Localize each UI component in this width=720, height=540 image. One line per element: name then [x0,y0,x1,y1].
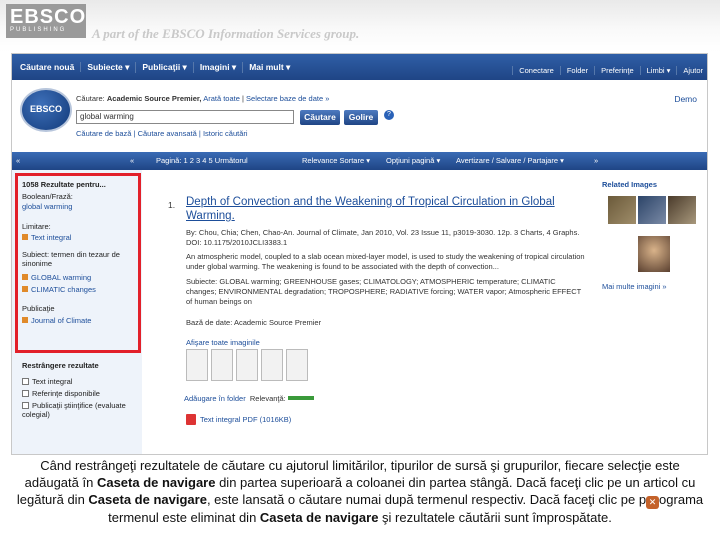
share-menu[interactable]: Avertizare / Salvare / Partajare ▾ [456,156,564,165]
result-title-link[interactable]: Depth of Convection and the Weakening of… [186,195,586,223]
nav-sign-in[interactable]: Conectare [512,66,560,75]
ebsco-host-logo: EBSCO [20,88,72,132]
more-images-link[interactable]: Mai multe imagini » [602,282,667,291]
choose-databases-link[interactable]: Selectare baze de date » [246,94,329,103]
search-history-link[interactable]: Istoric căutări [203,129,248,138]
refine-references[interactable]: Referinţe disponibile [22,389,100,398]
top-navigation: Căutare nouă Subiecte ▾ Publicaţii ▾ Ima… [12,54,707,80]
pdf-icon[interactable] [186,414,196,425]
database-line: Căutare: Academic Source Premier, Arată … [76,94,330,103]
related-image[interactable] [638,236,670,272]
nav-images[interactable]: Imagini ▾ [194,61,244,73]
collapse-left-icon[interactable]: « [16,156,20,165]
result-number: 1. [168,200,176,210]
related-image[interactable] [638,196,666,224]
collapse-left-icon-2[interactable]: « [130,156,134,165]
nav-languages[interactable]: Limbi ▾ [639,66,677,75]
advanced-search-link[interactable]: Căutare avansată [138,129,197,138]
related-images-head: Related Images [602,180,658,189]
close-icon: ✕ [646,496,660,509]
search-input[interactable]: global warming [76,110,294,124]
nav-subjects[interactable]: Subiecte ▾ [81,61,137,73]
ebsco-header: EBSCO PUBLISHING A part of the EBSCO Info… [0,0,720,52]
search-area: EBSCO Căutare: Academic Source Premier, … [12,80,707,138]
nav-folder[interactable]: Folder [559,66,594,75]
page-options-menu[interactable]: Opţiuni pagină ▾ [386,156,440,165]
show-all-link[interactable]: Arată toate [203,94,240,103]
pdf-fulltext-link[interactable]: Text integral PDF (1016KB) [200,415,291,424]
add-folder-link[interactable]: Adăugare în folder [184,394,246,403]
sort-menu[interactable]: Relevance Sortare ▾ [302,156,370,165]
screenshot-frame: Căutare nouă Subiecte ▾ Publicaţii ▾ Ima… [11,53,708,455]
result-thumbnails [186,349,308,381]
pagination[interactable]: Pagină: 1 2 3 4 5 Următorul [156,156,248,165]
search-mode-links: Căutare de bază | Căutare avansată | Ist… [76,129,248,138]
checkbox[interactable] [22,390,29,397]
checkbox[interactable] [22,378,29,385]
relevancy-bar [287,396,314,400]
nav-preferences[interactable]: Preferinţe [594,66,640,75]
ebsco-logo: EBSCO PUBLISHING [6,4,86,38]
results-list: 1. Depth of Convection and the Weakening… [152,170,594,454]
basic-search-link[interactable]: Căutare de bază [76,129,131,138]
related-image[interactable] [608,196,636,224]
result-abstract: An atmospheric model, coupled to a slab … [186,252,585,271]
nav-help[interactable]: Ajutor [676,66,707,75]
refine-head: Restrângere rezultate [22,361,99,370]
demo-link[interactable]: Demo [674,94,697,104]
nav-new-search[interactable]: Căutare nouă [14,62,82,72]
chart-thumbnail[interactable] [286,349,308,381]
chart-thumbnail[interactable] [261,349,283,381]
navigation-box-highlight [15,173,141,353]
result-subjects: Subiecte: GLOBAL warming; GREENHOUSE gas… [186,277,582,306]
chart-thumbnail[interactable] [186,349,208,381]
refine-scholarly[interactable]: Publicaţii ştiinţifice (evaluate colegia… [22,401,138,419]
search-button[interactable]: Căutare [300,110,340,125]
show-all-images-link[interactable]: Afişare toate imaginile [186,338,586,348]
help-icon[interactable]: ? [384,110,394,120]
header-tagline: A part of the EBSCO Information Services… [92,26,360,41]
related-image[interactable] [668,196,696,224]
checkbox[interactable] [22,402,29,409]
nav-publications[interactable]: Publicaţii ▾ [136,61,194,73]
result-database: Bază de date: Academic Source Premier [186,318,322,327]
chart-thumbnail[interactable] [236,349,258,381]
results-toolbar: « « Pagină: 1 2 3 4 5 Următorul Relevanc… [12,152,707,170]
chart-thumbnail[interactable] [211,349,233,381]
instruction-caption: Când restrângeţi rezultatele de căutare … [0,457,720,540]
related-images-column: Related Images Mai multe imagini » [598,170,707,454]
nav-more[interactable]: Mai mult ▾ [243,62,296,73]
refine-fulltext[interactable]: Text integral [22,377,72,386]
result-actions: Adăugare în folder Relevanţă: [184,394,314,403]
result-citation: By: Chou, Chia; Chen, Chao-An. Journal o… [186,228,580,247]
collapse-right-icon[interactable]: » [594,156,598,165]
clear-button[interactable]: Golire [344,110,378,125]
